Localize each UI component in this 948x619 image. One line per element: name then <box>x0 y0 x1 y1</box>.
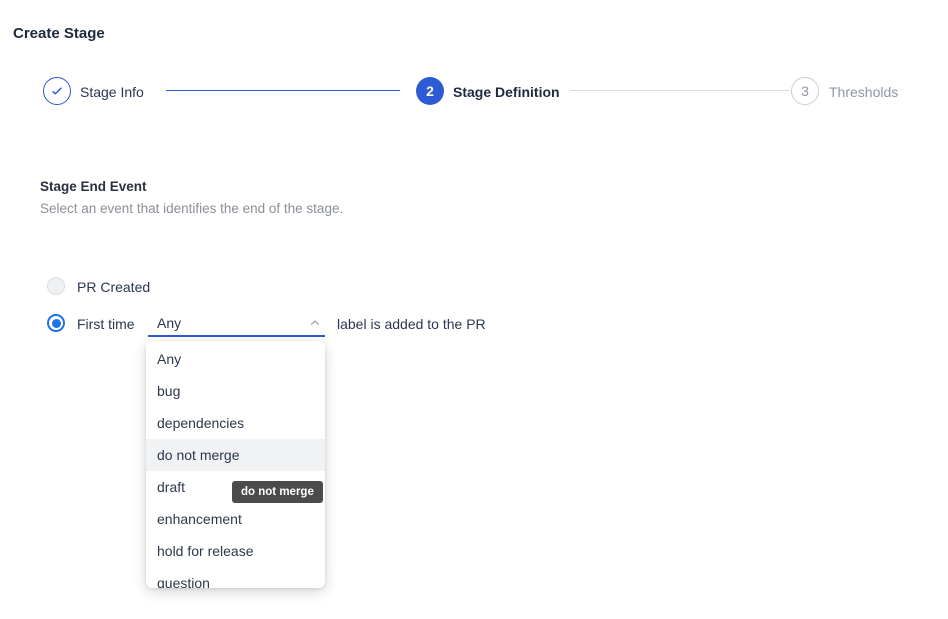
radio-dot <box>52 319 61 328</box>
dropdown-item-any[interactable]: Any <box>146 343 325 375</box>
dropdown-item-hold-for-release[interactable]: hold for release <box>146 535 325 567</box>
tooltip: do not merge <box>232 481 323 503</box>
dropdown-item-enhancement[interactable]: enhancement <box>146 503 325 535</box>
stepper-connector-2 <box>570 90 789 91</box>
stepper-step-3-circle[interactable]: 3 <box>791 77 819 105</box>
stepper-step-2-circle[interactable]: 2 <box>416 77 444 105</box>
stepper-connector-1 <box>166 90 400 91</box>
dropdown-item-question[interactable]: question <box>146 567 325 588</box>
chevron-up-icon <box>308 316 322 330</box>
dropdown-item-dependencies[interactable]: dependencies <box>146 407 325 439</box>
label-dropdown-menu: Any bug dependencies do not merge draft … <box>146 341 325 588</box>
stepper-step-1-circle[interactable] <box>43 77 71 105</box>
label-select-suffix: label is added to the PR <box>337 316 486 332</box>
stepper-step-3-number: 3 <box>801 83 809 99</box>
label-select-value: Any <box>157 315 181 331</box>
radio-first-time-label[interactable]: First time <box>77 316 135 332</box>
check-icon <box>50 84 64 98</box>
radio-first-time[interactable] <box>47 314 65 332</box>
radio-pr-created[interactable] <box>47 277 65 295</box>
stepper-step-3-label[interactable]: Thresholds <box>829 84 898 100</box>
create-stage-dialog: Create Stage Stage Info 2 Stage Definiti… <box>0 0 948 619</box>
section-description: Select an event that identifies the end … <box>40 201 343 216</box>
dropdown-item-bug[interactable]: bug <box>146 375 325 407</box>
stepper-step-1-label[interactable]: Stage Info <box>80 84 144 100</box>
dropdown-item-do-not-merge[interactable]: do not merge <box>146 439 325 471</box>
page-title: Create Stage <box>13 25 105 42</box>
stepper-step-2-number: 2 <box>426 83 434 99</box>
label-select[interactable]: Any <box>148 309 325 337</box>
stepper-step-2-label[interactable]: Stage Definition <box>453 84 560 100</box>
radio-pr-created-label[interactable]: PR Created <box>77 279 150 295</box>
section-heading: Stage End Event <box>40 179 147 194</box>
